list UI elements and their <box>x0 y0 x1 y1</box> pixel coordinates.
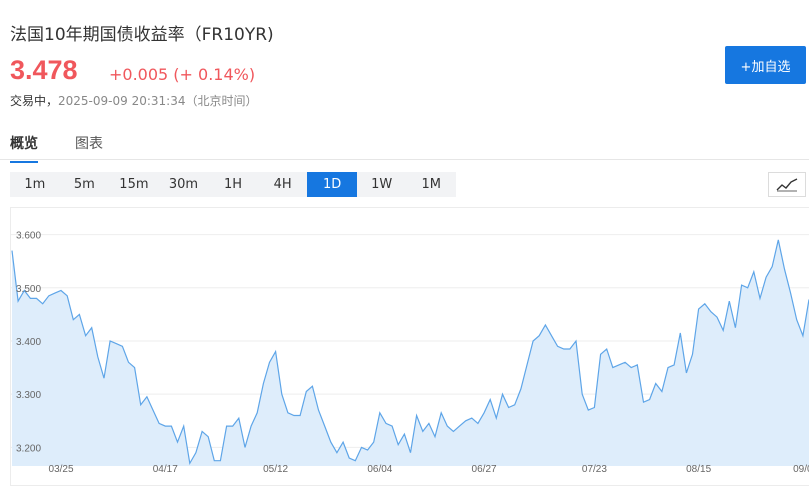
range-1h[interactable]: 1H <box>208 172 258 197</box>
y-tick-label: 3.500 <box>16 284 41 295</box>
current-price: 3.478 <box>10 55 78 85</box>
main-tabs: 概览 图表 <box>0 128 809 163</box>
range-4h[interactable]: 4H <box>258 172 308 197</box>
range-30m[interactable]: 30m <box>159 172 209 197</box>
timestamp: 2025-09-09 20:31:34（北京时间） <box>58 94 258 108</box>
chart-svg: 3.600 3.500 3.400 3.300 3.200 03/25 04/17 05/1… <box>11 231 809 475</box>
price-change: +0.005 (+ 0.14%) <box>109 65 256 84</box>
add-watchlist-button[interactable]: +加自选 <box>725 46 806 84</box>
range-1w[interactable]: 1W <box>357 172 407 197</box>
range-1m[interactable]: 1m <box>10 172 60 197</box>
chart-type-button[interactable] <box>768 172 806 197</box>
x-tick-label: 07/23 <box>582 464 607 475</box>
tab-chart[interactable]: 图表 <box>75 133 103 161</box>
tab-overview[interactable]: 概览 <box>10 133 38 163</box>
x-tick-label: 08/15 <box>686 464 711 475</box>
price-chart: 3.600 3.500 3.400 3.300 3.200 03/25 04/17 05/1… <box>10 207 809 486</box>
range-1d[interactable]: 1D <box>307 172 357 197</box>
range-5m[interactable]: 5m <box>60 172 110 197</box>
trade-status: 交易中，2025-09-09 20:31:34（北京时间） <box>10 92 257 109</box>
x-tick-label: 04/17 <box>153 464 178 475</box>
y-tick-label: 3.600 <box>16 231 41 242</box>
line-chart-icon <box>776 177 798 191</box>
x-tick-label: 03/25 <box>49 464 74 475</box>
x-tick-label: 06/27 <box>472 464 497 475</box>
y-tick-label: 3.200 <box>16 443 41 454</box>
series-area <box>12 239 809 466</box>
range-15m[interactable]: 15m <box>109 172 159 197</box>
x-tick-label: 05/12 <box>263 464 288 475</box>
y-tick-label: 3.400 <box>16 337 41 348</box>
range-1mo[interactable]: 1M <box>407 172 457 197</box>
status-label: 交易中， <box>10 94 59 108</box>
y-tick-label: 3.300 <box>16 390 41 401</box>
time-range-selector: 1m 5m 15m 30m 1H 4H 1D 1W 1M <box>10 172 456 197</box>
x-tick-label: 09/0 <box>793 464 809 475</box>
x-tick-label: 06/04 <box>367 464 392 475</box>
instrument-title: 法国10年期国债收益率（FR10YR) <box>10 25 274 45</box>
